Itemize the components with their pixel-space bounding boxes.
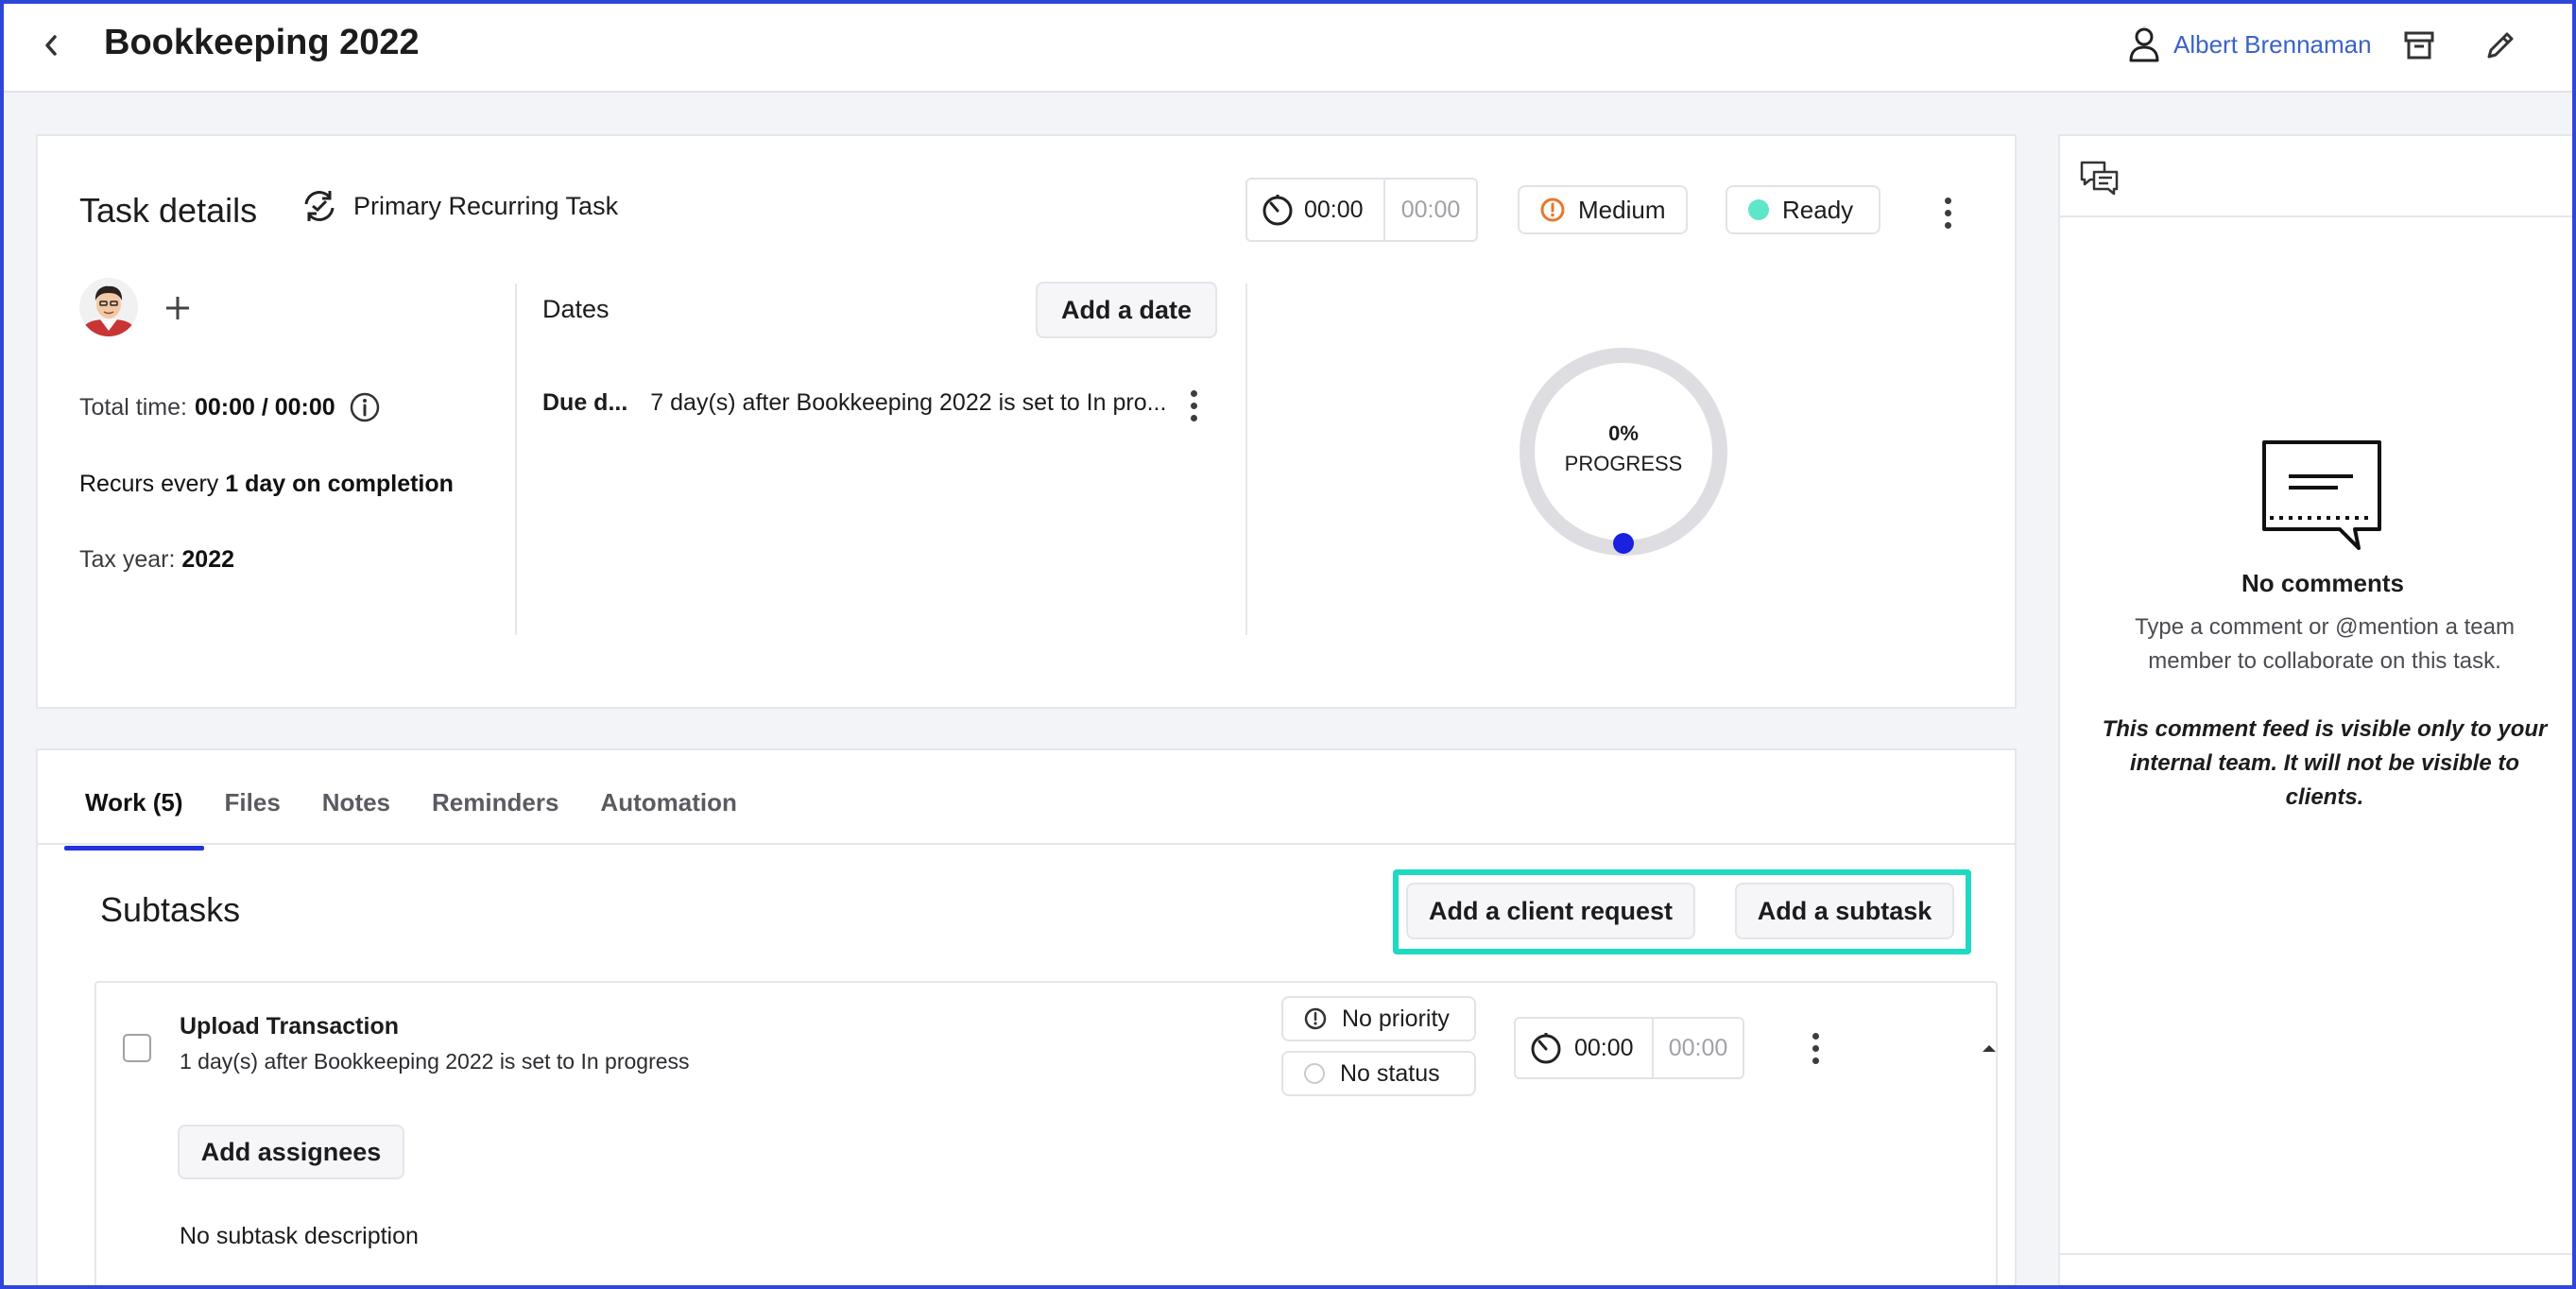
add-assignee-button[interactable] bbox=[157, 287, 198, 329]
stopwatch-icon bbox=[1531, 1033, 1561, 1064]
task-timer[interactable]: 00:00 00:00 bbox=[1245, 178, 1478, 242]
subtask-status-selector[interactable]: No status bbox=[1281, 1051, 1476, 1096]
subtask-more-menu[interactable] bbox=[1801, 1024, 1829, 1072]
kebab-icon bbox=[1812, 1032, 1819, 1040]
priority-icon bbox=[1540, 198, 1565, 222]
comments-panel: No comments Type a comment or @mention a… bbox=[2058, 134, 2576, 1289]
no-comments-title: No comments bbox=[2241, 569, 2404, 597]
collapse-subtask-button[interactable] bbox=[1975, 1034, 2003, 1062]
divider bbox=[515, 284, 517, 635]
tab-reminders[interactable]: Reminders bbox=[411, 788, 579, 841]
recurring-task-label: Primary Recurring Task bbox=[301, 189, 618, 223]
comments-tab[interactable] bbox=[2079, 159, 2121, 197]
total-time-label: Total time: bbox=[79, 393, 187, 421]
top-bar: Bookkeeping 2022 Albert Brennaman bbox=[0, 0, 2576, 93]
edit-button[interactable] bbox=[2480, 25, 2521, 66]
pencil-icon bbox=[2487, 32, 2514, 59]
assigned-user-link[interactable]: Albert Brennaman bbox=[2128, 26, 2372, 62]
status-empty-icon bbox=[1304, 1063, 1325, 1084]
task-details-card: Task details Primary Recurring Task 00:0… bbox=[36, 134, 2017, 709]
work-card: Work (5) Files Notes Reminders Automatio… bbox=[36, 748, 2017, 1289]
tab-notes[interactable]: Notes bbox=[301, 788, 411, 841]
recurs-prefix: Recurs every bbox=[79, 471, 219, 497]
info-icon[interactable] bbox=[349, 391, 381, 423]
tax-year-value: 2022 bbox=[181, 546, 235, 573]
chevron-left-icon bbox=[45, 35, 57, 56]
divider bbox=[1245, 284, 1247, 635]
tax-year-label: Tax year: bbox=[79, 546, 176, 573]
priority-icon bbox=[1304, 1007, 1327, 1030]
total-time-value: 00:00 / 00:00 bbox=[194, 393, 335, 421]
progress-ring: 0% PROGRESS bbox=[1520, 348, 1727, 556]
tabs-divider bbox=[38, 843, 2015, 845]
priority-label: Medium bbox=[1578, 195, 1666, 224]
subtask-priority-label: No priority bbox=[1342, 1005, 1450, 1032]
task-details-title: Task details bbox=[79, 191, 258, 230]
empty-comment-icon bbox=[2262, 440, 2381, 550]
subtask-timer-elapsed: 00:00 bbox=[1574, 1034, 1634, 1061]
avatar[interactable] bbox=[79, 278, 138, 336]
recurring-icon bbox=[304, 191, 335, 221]
status-label: Ready bbox=[1782, 195, 1854, 224]
status-dot-icon bbox=[1748, 199, 1769, 220]
recurring-text: Primary Recurring Task bbox=[353, 191, 619, 220]
back-button[interactable] bbox=[32, 25, 70, 66]
comments-visibility-note: This comment feed is visible only to you… bbox=[2102, 716, 2548, 810]
comments-input-divider bbox=[2060, 1253, 2576, 1255]
subtask-item: Upload Transaction 1 day(s) after Bookke… bbox=[94, 981, 1998, 1289]
page-title: Bookkeeping 2022 bbox=[104, 23, 420, 62]
subtask-checkbox[interactable] bbox=[123, 1034, 151, 1062]
tab-files[interactable]: Files bbox=[204, 788, 301, 841]
total-time-row: Total time: 00:00 / 00:00 bbox=[79, 391, 381, 423]
comments-header bbox=[2060, 136, 2576, 217]
subtasks-title: Subtasks bbox=[100, 890, 241, 929]
tab-automation[interactable]: Automation bbox=[579, 788, 757, 841]
subtask-status-label: No status bbox=[1340, 1059, 1440, 1087]
chat-bubbles-icon bbox=[2080, 161, 2119, 196]
subtask-subtitle: 1 day(s) after Bookkeeping 2022 is set t… bbox=[180, 1049, 690, 1074]
recurs-row: Recurs every 1 day on completion bbox=[79, 471, 454, 498]
priority-selector[interactable]: Medium bbox=[1518, 185, 1689, 234]
progress-indicator bbox=[1613, 533, 1634, 554]
avatar-image bbox=[79, 278, 138, 336]
add-date-button[interactable]: Add a date bbox=[1036, 282, 1217, 338]
recurs-value: 1 day on completion bbox=[225, 471, 454, 497]
empty-comments-illustration bbox=[2260, 438, 2383, 557]
dates-label: Dates bbox=[542, 295, 610, 323]
timer-elapsed: 00:00 bbox=[1304, 196, 1364, 223]
status-selector[interactable]: Ready bbox=[1726, 185, 1880, 234]
add-client-request-button[interactable]: Add a client request bbox=[1406, 883, 1695, 939]
progress-label: PROGRESS bbox=[1564, 452, 1683, 475]
tab-bar: Work (5) Files Notes Reminders Automatio… bbox=[64, 788, 758, 851]
due-value: 7 day(s) after Bookkeeping 2022 is set t… bbox=[650, 389, 1167, 416]
due-date-more-menu[interactable] bbox=[1179, 382, 1208, 429]
user-icon bbox=[2129, 27, 2159, 62]
kebab-icon bbox=[1944, 197, 1951, 204]
caret-up-icon bbox=[1983, 1045, 1996, 1052]
subtask-timer-estimate: 00:00 bbox=[1668, 1034, 1728, 1061]
due-date-row[interactable]: Due d... 7 day(s) after Bookkeeping 2022… bbox=[542, 389, 1166, 417]
add-subtask-button[interactable]: Add a subtask bbox=[1735, 883, 1954, 939]
comments-hint: Type a comment or @mention a team member… bbox=[2135, 614, 2515, 674]
stopwatch-icon bbox=[1262, 195, 1293, 226]
plus-icon bbox=[166, 297, 189, 319]
user-name: Albert Brennaman bbox=[2173, 29, 2372, 59]
task-more-menu[interactable] bbox=[1933, 189, 1962, 236]
progress-percent: 0% bbox=[1608, 421, 1639, 445]
subtask-title[interactable]: Upload Transaction bbox=[180, 1013, 399, 1040]
tax-year-row: Tax year: 2022 bbox=[79, 546, 234, 574]
subtask-priority-selector[interactable]: No priority bbox=[1281, 996, 1476, 1041]
archive-button[interactable] bbox=[2398, 25, 2440, 66]
subtask-timer[interactable]: 00:00 00:00 bbox=[1514, 1017, 1744, 1079]
add-assignees-button[interactable]: Add assignees bbox=[178, 1125, 404, 1179]
kebab-icon bbox=[1190, 389, 1197, 397]
subtask-description: No subtask description bbox=[180, 1223, 419, 1249]
timer-estimate: 00:00 bbox=[1400, 196, 1461, 223]
due-label: Due d... bbox=[542, 389, 628, 416]
tab-work[interactable]: Work (5) bbox=[64, 788, 204, 851]
archive-icon bbox=[2404, 31, 2434, 60]
